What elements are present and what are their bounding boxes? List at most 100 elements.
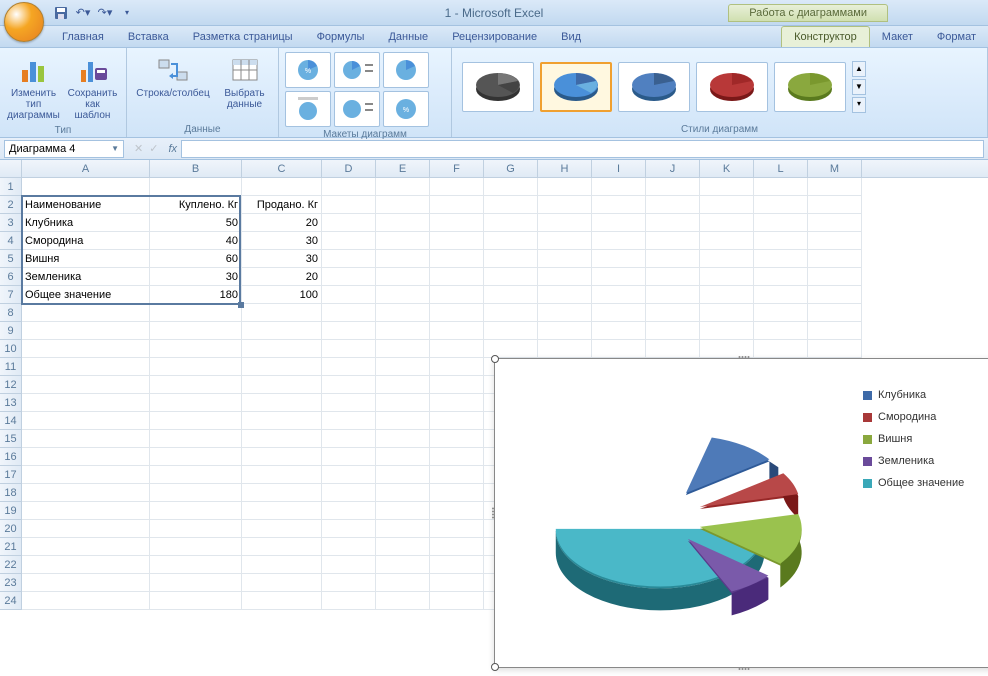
cell[interactable] xyxy=(150,412,242,430)
row-header[interactable]: 21 xyxy=(0,538,21,556)
cell[interactable] xyxy=(592,286,646,304)
cell[interactable]: Общее значение xyxy=(22,286,150,304)
cell[interactable]: Куплено. Кг xyxy=(150,196,242,214)
cell[interactable] xyxy=(150,376,242,394)
chart-layout-5[interactable] xyxy=(334,91,380,127)
cell[interactable]: Продано. Кг xyxy=(242,196,322,214)
cell[interactable] xyxy=(430,340,484,358)
col-header-i[interactable]: I xyxy=(592,160,646,177)
office-button[interactable] xyxy=(4,2,44,42)
name-box[interactable]: Диаграмма 4 ▼ xyxy=(4,140,124,158)
cell[interactable] xyxy=(150,322,242,340)
chart-style-5[interactable] xyxy=(774,62,846,112)
row-header[interactable]: 22 xyxy=(0,556,21,574)
cell[interactable] xyxy=(430,322,484,340)
cell[interactable] xyxy=(376,232,430,250)
cell[interactable] xyxy=(242,340,322,358)
cell[interactable]: 60 xyxy=(150,250,242,268)
cell[interactable] xyxy=(754,214,808,232)
cell[interactable] xyxy=(700,196,754,214)
cell[interactable] xyxy=(242,520,322,538)
row-header[interactable]: 10 xyxy=(0,340,21,358)
cell[interactable] xyxy=(700,250,754,268)
cell[interactable] xyxy=(484,322,538,340)
cell[interactable] xyxy=(242,394,322,412)
cell[interactable] xyxy=(808,214,862,232)
row-header[interactable]: 13 xyxy=(0,394,21,412)
cell[interactable] xyxy=(322,196,376,214)
cell[interactable]: Клубника xyxy=(22,214,150,232)
cell[interactable] xyxy=(22,340,150,358)
col-header-e[interactable]: E xyxy=(376,160,430,177)
cell[interactable] xyxy=(322,268,376,286)
cell[interactable] xyxy=(430,268,484,286)
cell[interactable] xyxy=(430,466,484,484)
cell[interactable] xyxy=(22,592,150,610)
cell[interactable] xyxy=(484,178,538,196)
row-header[interactable]: 17 xyxy=(0,466,21,484)
cell[interactable] xyxy=(322,178,376,196)
cell[interactable] xyxy=(808,304,862,322)
cell[interactable] xyxy=(700,322,754,340)
row-header[interactable]: 4 xyxy=(0,232,21,250)
cell[interactable]: 30 xyxy=(242,232,322,250)
cell[interactable] xyxy=(322,520,376,538)
col-header-k[interactable]: K xyxy=(700,160,754,177)
row-header[interactable]: 9 xyxy=(0,322,21,340)
cell[interactable] xyxy=(754,268,808,286)
cell[interactable] xyxy=(754,322,808,340)
gallery-scroll-up[interactable]: ▲ xyxy=(852,61,866,77)
tab-layout[interactable]: Макет xyxy=(870,27,925,47)
cell[interactable] xyxy=(808,232,862,250)
cell[interactable] xyxy=(322,340,376,358)
cell[interactable] xyxy=(322,466,376,484)
cell[interactable] xyxy=(484,214,538,232)
cell[interactable] xyxy=(538,304,592,322)
cell[interactable] xyxy=(322,556,376,574)
cell[interactable] xyxy=(242,376,322,394)
cell[interactable] xyxy=(700,268,754,286)
row-header[interactable]: 8 xyxy=(0,304,21,322)
cell[interactable]: 30 xyxy=(242,250,322,268)
cell[interactable] xyxy=(592,214,646,232)
cell[interactable] xyxy=(150,394,242,412)
change-chart-type-button[interactable]: Изменить тип диаграммы xyxy=(6,52,61,123)
chart-layout-3[interactable] xyxy=(383,52,429,88)
cell[interactable] xyxy=(376,484,430,502)
cell[interactable] xyxy=(376,358,430,376)
cell[interactable] xyxy=(22,412,150,430)
tab-page-layout[interactable]: Разметка страницы xyxy=(181,27,305,47)
cell[interactable] xyxy=(322,502,376,520)
tab-view[interactable]: Вид xyxy=(549,27,593,47)
cell[interactable] xyxy=(376,286,430,304)
cell[interactable] xyxy=(646,178,700,196)
cell[interactable] xyxy=(376,412,430,430)
cell[interactable] xyxy=(22,322,150,340)
row-header[interactable]: 7 xyxy=(0,286,21,304)
cell[interactable] xyxy=(700,232,754,250)
cell[interactable] xyxy=(430,520,484,538)
cell[interactable] xyxy=(646,340,700,358)
cell[interactable] xyxy=(808,286,862,304)
cell[interactable] xyxy=(376,340,430,358)
cell[interactable]: 40 xyxy=(150,232,242,250)
cell[interactable] xyxy=(754,178,808,196)
cell[interactable] xyxy=(150,574,242,592)
cell[interactable] xyxy=(376,376,430,394)
cell[interactable] xyxy=(242,322,322,340)
cell[interactable] xyxy=(22,304,150,322)
cell[interactable] xyxy=(22,466,150,484)
cell[interactable] xyxy=(22,520,150,538)
cell[interactable] xyxy=(430,178,484,196)
row-header[interactable]: 14 xyxy=(0,412,21,430)
col-header-a[interactable]: A xyxy=(22,160,150,177)
cell[interactable] xyxy=(592,340,646,358)
cell[interactable] xyxy=(484,268,538,286)
cell[interactable] xyxy=(150,448,242,466)
cell[interactable] xyxy=(22,502,150,520)
cells-area[interactable]: Клубника Смородина Вишня Земленика Общее… xyxy=(22,178,988,610)
col-header-g[interactable]: G xyxy=(484,160,538,177)
row-header[interactable]: 23 xyxy=(0,574,21,592)
cell[interactable]: 20 xyxy=(242,268,322,286)
row-header[interactable]: 3 xyxy=(0,214,21,232)
